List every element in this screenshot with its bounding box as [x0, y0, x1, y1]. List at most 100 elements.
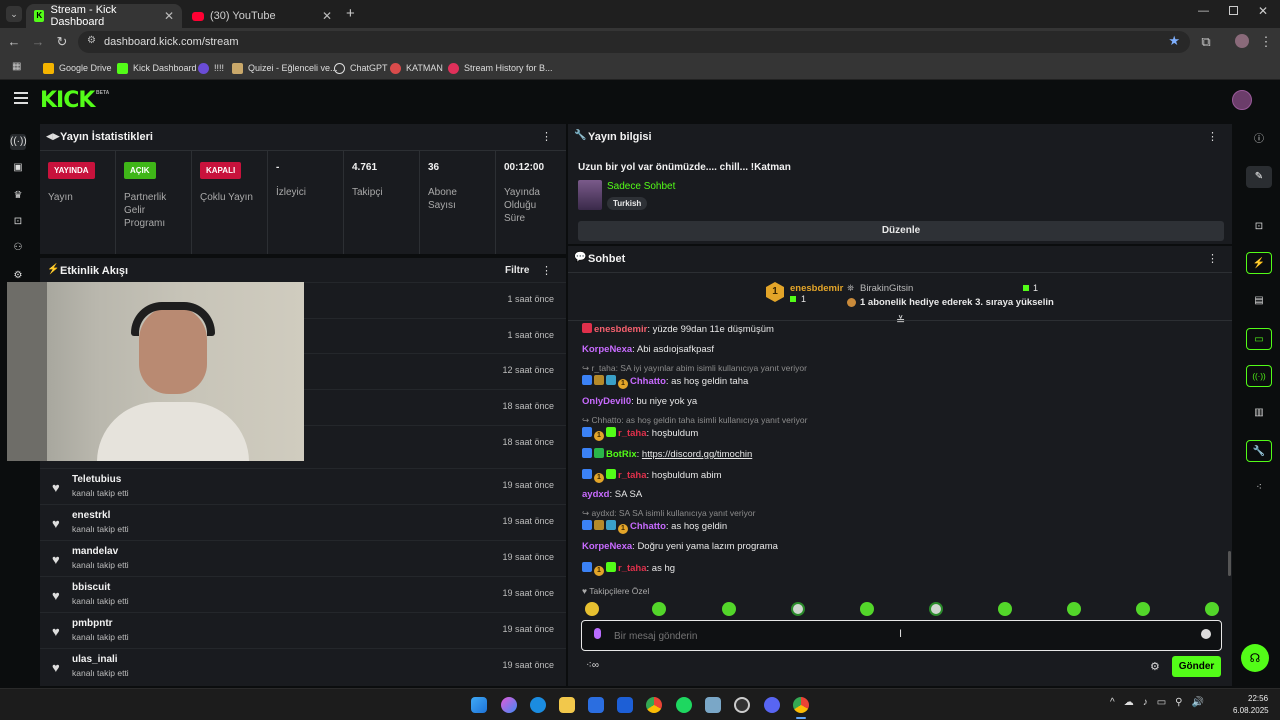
close-window-icon[interactable]: ✕: [1258, 4, 1268, 18]
forward-icon[interactable]: →: [30, 34, 46, 50]
stream-broadcast-icon[interactable]: ((·)): [10, 134, 27, 150]
trophy-icon[interactable]: ♛: [10, 188, 26, 204]
notes-icon[interactable]: ▤: [1251, 293, 1267, 309]
chat-scrollbar[interactable]: [1228, 551, 1231, 576]
stats-menu-icon[interactable]: ⋮: [541, 130, 552, 143]
pinned-user[interactable]: enesbdemir: [790, 283, 843, 294]
bookmark-kick-dashboard[interactable]: Kick Dashboard: [117, 60, 197, 76]
site-info-icon[interactable]: ⚙: [87, 35, 96, 46]
emote-icon[interactable]: [1136, 602, 1150, 616]
minimize-icon[interactable]: —: [1198, 5, 1209, 17]
emote-icon[interactable]: [791, 602, 805, 616]
event-username[interactable]: enestrkl: [72, 510, 110, 521]
discord-icon[interactable]: [764, 697, 780, 713]
new-tab-button[interactable]: +: [346, 5, 355, 22]
edge-icon[interactable]: [530, 697, 546, 713]
emote-icon[interactable]: [1067, 602, 1081, 616]
info-icon[interactable]: ⓘ: [1251, 132, 1267, 148]
event-username[interactable]: Teletubius: [72, 474, 121, 485]
chat-username[interactable]: Chhatto: [630, 521, 666, 532]
chat-link[interactable]: https://discord.gg/timochin: [642, 449, 752, 460]
category-thumbnail[interactable]: [578, 180, 602, 210]
chrome-active-icon[interactable]: [793, 697, 809, 713]
filter-button[interactable]: Filtre: [505, 265, 529, 276]
apps-grid-icon[interactable]: ▦: [12, 61, 21, 72]
kick-logo[interactable]: KICK: [40, 88, 95, 113]
tab-kick-dashboard[interactable]: K Stream - Kick Dashboard ✕: [26, 4, 182, 28]
event-username[interactable]: bbiscuit: [72, 582, 110, 593]
chat-menu-icon[interactable]: ⋮: [1207, 252, 1218, 265]
edit-pencil-button[interactable]: ✎: [1246, 166, 1272, 188]
back-icon[interactable]: ←: [6, 34, 22, 50]
browser-menu-icon[interactable]: ⋮: [1258, 34, 1274, 50]
app-blue-icon[interactable]: [617, 697, 633, 713]
chat-username[interactable]: r_taha: [618, 428, 647, 439]
tools-button[interactable]: 🔧: [1246, 440, 1272, 462]
moderation-panel-icon[interactable]: ⊡: [1251, 219, 1267, 235]
pinned-gifter[interactable]: BirakinGitsin: [860, 283, 913, 294]
event-username[interactable]: ulas_inali: [72, 654, 118, 665]
bookmark-star-icon[interactable]: ★: [1168, 33, 1180, 49]
bookmark-exclaim[interactable]: !!!!: [198, 60, 224, 76]
community-icon[interactable]: ⁖: [1251, 480, 1267, 496]
chat-username[interactable]: OnlyDevil0: [582, 396, 631, 407]
support-headset-icon[interactable]: ☊: [1241, 644, 1269, 672]
chat-username[interactable]: KorpeNexa: [582, 344, 632, 355]
stream-info-menu-icon[interactable]: ⋮: [1207, 130, 1218, 143]
quick-actions-button[interactable]: ⚡: [1246, 252, 1272, 274]
chat-toggle-button[interactable]: ▭: [1246, 328, 1272, 350]
restore-icon[interactable]: [1229, 6, 1238, 15]
emote-icon[interactable]: [652, 602, 666, 616]
reload-icon[interactable]: ↻: [54, 34, 70, 50]
media-icon[interactable]: ▥: [1251, 405, 1267, 421]
emoji-icon[interactable]: [1201, 629, 1211, 639]
event-username[interactable]: pmbpntr: [72, 618, 113, 629]
hamburger-menu-icon[interactable]: [14, 92, 28, 104]
chat-username[interactable]: Chhatto: [630, 376, 666, 387]
clock-date[interactable]: 6.08.2025: [1233, 706, 1269, 715]
store-icon[interactable]: [588, 697, 604, 713]
emote-icon[interactable]: [1205, 602, 1219, 616]
microphone-icon[interactable]: [594, 628, 601, 639]
profile-avatar[interactable]: [1235, 34, 1249, 48]
bookmark-chatgpt[interactable]: ChatGPT: [334, 60, 388, 76]
chat-username[interactable]: r_taha: [618, 470, 647, 481]
chat-message-input[interactable]: [614, 627, 1174, 645]
obs-icon[interactable]: [734, 697, 750, 713]
broadcast-toggle-button[interactable]: ((·)): [1246, 365, 1272, 387]
chat-username[interactable]: BotRix: [606, 449, 637, 460]
close-tab-icon[interactable]: ✕: [322, 9, 332, 23]
chat-username[interactable]: enesbdemir: [594, 324, 647, 335]
event-username[interactable]: mandelav: [72, 546, 118, 557]
chat-settings-icon[interactable]: ⚙: [1150, 660, 1160, 673]
moderation-icon[interactable]: ⊡: [10, 214, 26, 230]
users-icon[interactable]: ⚇: [10, 240, 26, 256]
bookmark-google-drive[interactable]: Google Drive: [43, 60, 112, 76]
close-tab-icon[interactable]: ✕: [164, 9, 174, 23]
start-icon[interactable]: [471, 697, 487, 713]
emote-icon[interactable]: [929, 602, 943, 616]
emote-icon[interactable]: [585, 602, 599, 616]
address-bar[interactable]: ⚙ dashboard.kick.com/stream ★: [78, 31, 1190, 53]
chat-username[interactable]: KorpeNexa: [582, 541, 632, 552]
chat-username[interactable]: r_taha: [618, 563, 647, 574]
bookmark-quizei[interactable]: Quizei - Eğlenceli ve...: [232, 60, 338, 76]
points-icon[interactable]: ⁖∞: [586, 660, 599, 671]
bookmark-katman[interactable]: KATMAN: [390, 60, 443, 76]
clock-time[interactable]: 22:56: [1248, 694, 1268, 703]
chrome-icon[interactable]: [646, 697, 662, 713]
copilot-icon[interactable]: [501, 697, 517, 713]
emote-icon[interactable]: [722, 602, 736, 616]
spotify-icon[interactable]: [676, 697, 692, 713]
category-link[interactable]: Sadece Sohbet: [607, 181, 675, 192]
dashboard-icon[interactable]: ▣: [10, 160, 26, 176]
chat-username[interactable]: aydxd: [582, 489, 609, 500]
file-explorer-icon[interactable]: [559, 697, 575, 713]
emote-icon[interactable]: [998, 602, 1012, 616]
send-button[interactable]: Gönder: [1172, 656, 1221, 677]
settings-app-icon[interactable]: [705, 697, 721, 713]
edit-button[interactable]: Düzenle: [578, 221, 1224, 241]
event-feed-menu-icon[interactable]: ⋮: [541, 264, 552, 277]
extensions-icon[interactable]: ⧉: [1198, 34, 1214, 50]
system-tray[interactable]: ^☁♪▭⚲🔊: [1110, 697, 1213, 708]
